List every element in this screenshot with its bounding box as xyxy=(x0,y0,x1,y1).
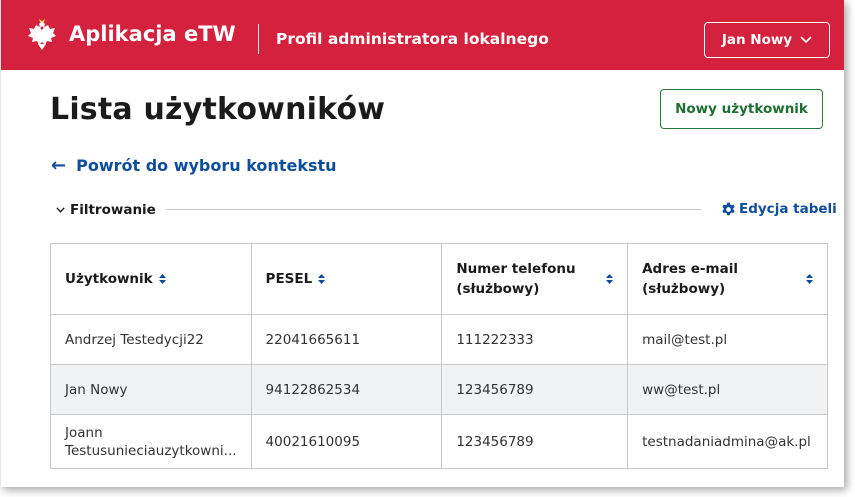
cell-user-line1: Joann xyxy=(65,424,103,441)
table-row[interactable]: Jan Nowy 94122862534 123456789 ww@test.p… xyxy=(50,364,828,415)
column-header-label: Numer telefonu (służbowy) xyxy=(456,259,575,299)
table-row[interactable]: Joann Testusunieciauzytkowni... 40021610… xyxy=(50,414,828,469)
cell-user-line2: Testusunieciauzytkowni... xyxy=(65,442,237,459)
table-row[interactable]: Andrzej Testedycji22 22041665611 1112223… xyxy=(50,314,828,365)
cell-pesel: 22041665611 xyxy=(250,314,443,365)
edit-table-link[interactable]: Edycja tabeli xyxy=(721,201,837,217)
column-header-phone[interactable]: Numer telefonu (służbowy) xyxy=(441,243,629,315)
eagle-emblem-icon xyxy=(28,19,56,50)
column-header-label: Użytkownik xyxy=(65,271,153,287)
column-header-line1: Adres e-mail xyxy=(642,261,738,277)
cell-phone: 123456789 xyxy=(441,364,629,415)
app-name: Aplikacja eTW xyxy=(69,22,236,46)
column-header-label: PESEL xyxy=(265,271,313,287)
back-link-label: Powrót do wyboru kontekstu xyxy=(76,156,337,175)
column-header-email[interactable]: Adres e-mail (służbowy) xyxy=(627,243,828,315)
cell-user: Andrzej Testedycji22 xyxy=(50,314,252,365)
table-header-row: Użytkownik PESEL Numer telefonu (służbow… xyxy=(50,243,828,315)
cell-phone: 123456789 xyxy=(441,414,629,469)
filter-label: Filtrowanie xyxy=(70,202,156,218)
back-link[interactable]: ← Powrót do wyboru kontekstu xyxy=(51,155,337,176)
profile-name: Profil administratora lokalnego xyxy=(276,30,549,48)
cell-user: Joann Testusunieciauzytkowni... xyxy=(50,414,252,469)
sort-icon xyxy=(606,274,614,284)
users-table: Użytkownik PESEL Numer telefonu (służbow… xyxy=(50,243,828,469)
column-header-label: Adres e-mail (służbowy) xyxy=(642,259,738,299)
top-bar: Aplikacja eTW Profil administratora loka… xyxy=(1,0,844,70)
filter-divider xyxy=(166,209,701,210)
page-title: Lista użytkowników xyxy=(50,92,386,127)
cell-pesel: 94122862534 xyxy=(250,364,443,415)
sort-icon xyxy=(318,274,326,284)
cell-email: ww@test.pl xyxy=(627,364,828,415)
cell-phone: 111222333 xyxy=(441,314,629,365)
header-divider xyxy=(258,24,259,54)
cell-email: mail@test.pl xyxy=(627,314,828,365)
column-header-user[interactable]: Użytkownik xyxy=(50,243,252,315)
cell-pesel: 40021610095 xyxy=(250,414,443,469)
user-menu-label: Jan Nowy xyxy=(721,32,793,48)
chevron-down-icon xyxy=(800,36,812,44)
user-menu-button[interactable]: Jan Nowy xyxy=(704,22,830,58)
sort-icon xyxy=(806,274,813,284)
cell-email: testnadaniadmina@ak.pl xyxy=(627,414,828,469)
chevron-down-icon xyxy=(56,207,65,213)
arrow-left-icon: ← xyxy=(51,155,67,176)
column-header-pesel[interactable]: PESEL xyxy=(250,243,443,315)
edit-table-label: Edycja tabeli xyxy=(739,201,837,217)
app-window: Aplikacja eTW Profil administratora loka… xyxy=(0,0,844,487)
cell-user: Jan Nowy xyxy=(50,364,252,415)
new-user-button[interactable]: Nowy użytkownik xyxy=(660,89,823,129)
sort-icon xyxy=(158,274,166,284)
column-header-line1: Numer telefonu xyxy=(456,261,576,277)
column-header-line2: (służbowy) xyxy=(456,281,540,297)
filter-toggle[interactable]: Filtrowanie xyxy=(56,202,156,218)
gear-icon xyxy=(722,202,735,215)
column-header-line2: (służbowy) xyxy=(642,281,726,297)
